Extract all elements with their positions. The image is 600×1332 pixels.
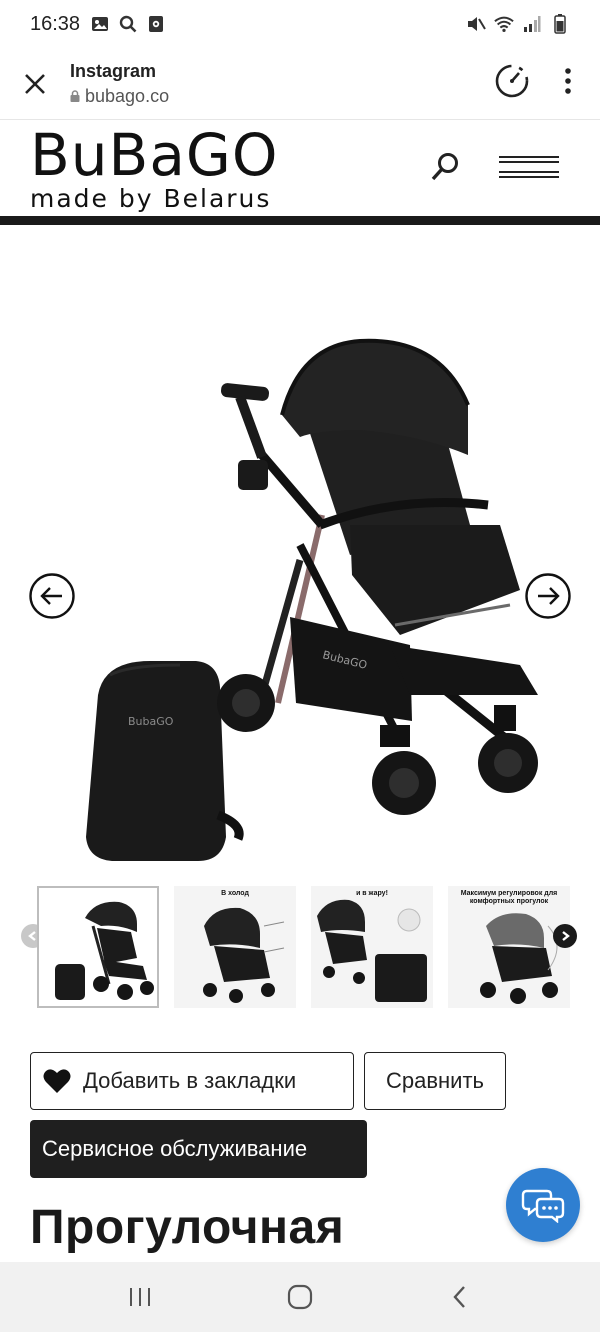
search-icon <box>118 14 138 34</box>
browser-url[interactable]: bubago.co <box>70 86 169 107</box>
system-nav-bar <box>0 1262 600 1332</box>
back-icon[interactable] <box>430 1267 490 1327</box>
record-icon <box>146 14 166 34</box>
speed-dial-icon[interactable] <box>494 63 530 104</box>
signal-icon <box>522 14 542 34</box>
image-icon <box>90 14 110 34</box>
stroller-image: BubaGO BubaGO <box>0 225 600 875</box>
add-bookmark-button[interactable]: Добавить в закладки <box>30 1052 354 1110</box>
chat-button[interactable] <box>506 1168 580 1242</box>
stroller-bag: BubaGO <box>86 661 244 861</box>
thumbnail-strip: В холод и в жару! Максимум регулировок д… <box>0 884 600 1008</box>
browser-toolbar: Instagram bubago.co <box>0 48 600 120</box>
gallery-prev-button[interactable] <box>29 573 75 619</box>
wifi-icon <box>494 14 514 34</box>
home-icon[interactable] <box>270 1267 330 1327</box>
compare-button[interactable]: Сравнить <box>364 1052 506 1110</box>
url-text: bubago.co <box>85 85 170 106</box>
thumbnail-image <box>317 899 427 1002</box>
mute-icon <box>466 14 486 34</box>
header-divider <box>0 216 600 225</box>
site-header: BuBaGO made by Belarus <box>0 120 600 216</box>
service-button[interactable]: Сервисное обслуживание <box>30 1120 367 1178</box>
status-bar: 16:38 <box>0 0 600 48</box>
thumbnail-3[interactable]: и в жару! <box>311 886 433 1008</box>
thumbnail-image <box>203 907 285 1003</box>
site-logo[interactable]: BuBaGO made by Belarus <box>30 124 278 212</box>
chat-icon <box>521 1189 565 1223</box>
svg-text:BubaGO: BubaGO <box>128 715 174 728</box>
thumbnail-caption: В холод <box>221 890 249 897</box>
service-label: Сервисное обслуживание <box>42 1136 308 1161</box>
thumbnail-1[interactable] <box>37 886 159 1008</box>
more-vert-icon[interactable] <box>564 68 572 99</box>
product-title: Прогулочная <box>30 1201 345 1254</box>
lock-icon <box>70 90 80 102</box>
close-icon[interactable] <box>0 48 70 120</box>
product-gallery: BubaGO BubaGO <box>0 225 600 875</box>
thumbnail-2[interactable]: В холод <box>174 886 296 1008</box>
heart-icon <box>43 1069 71 1093</box>
hamburger-icon[interactable] <box>499 156 559 178</box>
logo-sub: made by Belarus <box>30 184 272 213</box>
thumbnail-image <box>55 901 154 1000</box>
search-icon[interactable] <box>428 150 462 184</box>
compare-label: Сравнить <box>385 1068 485 1093</box>
thumbnails-next-icon[interactable] <box>553 924 577 948</box>
browser-title: Instagram <box>70 60 157 81</box>
thumbnail-caption: Максимум регулировок для комфортных прог… <box>460 890 558 905</box>
recent-apps-icon[interactable] <box>110 1267 170 1327</box>
thumbnail-caption: и в жару! <box>356 890 388 897</box>
bookmark-label: Добавить в закладки <box>83 1068 297 1093</box>
thumbnail-4[interactable]: Максимум регулировок для комфортных прог… <box>448 886 570 1008</box>
logo-main: BuBaGO <box>30 121 279 189</box>
status-time: 16:38 <box>30 12 81 35</box>
gallery-next-button[interactable] <box>525 573 571 619</box>
battery-icon <box>550 14 570 34</box>
